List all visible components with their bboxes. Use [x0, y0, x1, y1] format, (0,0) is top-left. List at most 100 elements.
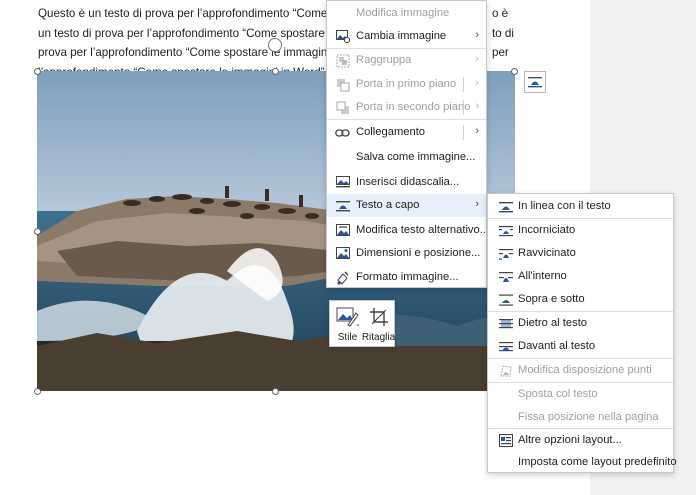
menu-item-porta-in-primo-piano[interactable]: Porta in primo piano ›: [327, 73, 486, 96]
wrap-item-sopra-e-sotto[interactable]: Sopra e sotto: [488, 288, 673, 311]
menu-item-dimensioni-e-posizione[interactable]: Dimensioni e posizione...: [327, 242, 486, 265]
layout-options-icon: [528, 77, 542, 88]
layout-options-button[interactable]: [524, 71, 546, 93]
menu-label: Imposta come layout predefinito: [518, 456, 677, 468]
menu-item-formato-immagine[interactable]: Formato immagine...: [327, 266, 486, 289]
menu-item-modifica-testo-alternativo[interactable]: Modifica testo alternativo...: [327, 219, 490, 242]
wrap-item-in-linea[interactable]: In linea con il testo: [488, 195, 673, 218]
menu-label: Dietro al testo: [518, 317, 588, 329]
chevron-right-icon: ›: [475, 77, 479, 89]
context-menu: Modifica immagine Cambia immagine › Ragg…: [326, 0, 490, 289]
wrap-item-dietro-al-testo[interactable]: Dietro al testo: [488, 312, 673, 335]
menu-label: Testo a capo: [356, 199, 420, 211]
menu-label: Modifica testo alternativo...: [356, 224, 490, 236]
wrap-text-submenu: In linea con il testo Incorniciato Ravvi…: [487, 193, 677, 474]
menu-label: Collegamento: [356, 126, 426, 138]
chevron-right-icon: ›: [475, 29, 479, 41]
inline-wrap-icon: [498, 199, 513, 214]
menu-label: Salva come immagine...: [356, 151, 476, 163]
resize-handle-tl[interactable]: [34, 68, 41, 75]
crop-button[interactable]: Ritaglia: [361, 303, 396, 345]
wrap-item-ravvicinato[interactable]: Ravvicinato: [488, 242, 673, 265]
menu-label: Porta in secondo piano: [356, 101, 471, 113]
wrap-item-fissa-posizione[interactable]: Fissa posizione nella pagina: [488, 406, 673, 429]
resize-handle-tm[interactable]: [272, 68, 279, 75]
menu-split-divider: [463, 77, 464, 92]
doc-fragment-2: to di: [492, 26, 514, 40]
resize-handle-ml[interactable]: [34, 228, 41, 235]
wrap-item-imposta-layout-predefinito[interactable]: Imposta come layout predefinito: [488, 451, 677, 474]
crop-label: Ritaglia: [361, 332, 396, 343]
menu-label: Inserisci didascalia...: [356, 176, 460, 188]
tight-wrap-icon: [498, 246, 513, 261]
menu-label: Sposta col testo: [518, 388, 598, 400]
style-button[interactable]: ⌄ Stile: [332, 303, 363, 345]
front-text-icon: [498, 339, 513, 354]
resize-handle-bm[interactable]: [272, 388, 279, 395]
menu-label: Modifica immagine: [356, 7, 450, 19]
menu-label: Cambia immagine: [356, 30, 447, 42]
wrap-item-sposta-col-testo[interactable]: Sposta col testo: [488, 383, 673, 406]
menu-label: Altre opzioni layout...: [518, 434, 622, 446]
through-wrap-icon: [498, 269, 513, 284]
menu-split-divider: [463, 125, 464, 140]
menu-item-salva-come-immagine[interactable]: Salva come immagine...: [327, 146, 486, 169]
menu-label: Porta in primo piano: [356, 78, 457, 90]
menu-split-divider: [463, 100, 464, 115]
menu-label: Fissa posizione nella pagina: [518, 411, 659, 423]
menu-item-raggruppa[interactable]: Raggruppa ›: [327, 49, 486, 72]
wrap-text-icon: [335, 198, 350, 213]
menu-label: Modifica disposizione punti: [518, 364, 652, 376]
chevron-right-icon: ›: [475, 53, 479, 65]
group-icon: [335, 53, 350, 68]
wrap-item-modifica-disposizione-punti[interactable]: Modifica disposizione punti: [488, 359, 673, 382]
chevron-right-icon: ›: [475, 125, 479, 137]
chevron-right-icon: ›: [475, 198, 479, 210]
menu-label: Sopra e sotto: [518, 293, 585, 305]
send-backward-icon: [335, 100, 350, 115]
mini-toolbar: ⌄ Stile Ritaglia: [329, 300, 395, 347]
menu-item-collegamento[interactable]: Collegamento ›: [327, 121, 486, 144]
wrap-item-altre-opzioni-layout[interactable]: Altre opzioni layout...: [488, 429, 673, 452]
caption-icon: [335, 175, 350, 190]
more-layout-icon: [498, 433, 513, 448]
doc-fragment-3: per: [492, 46, 509, 59]
format-picture-icon: [335, 270, 350, 285]
svg-text:⌄: ⌄: [355, 320, 360, 327]
menu-label: Dimensioni e posizione...: [356, 247, 481, 259]
picture-style-icon: ⌄: [336, 306, 360, 328]
menu-item-modifica-immagine[interactable]: Modifica immagine: [327, 2, 486, 25]
menu-label: All'interno: [518, 270, 567, 282]
menu-item-testo-a-capo[interactable]: Testo a capo ›: [327, 194, 486, 217]
resize-handle-bl[interactable]: [34, 388, 41, 395]
wrap-item-all-interno[interactable]: All'interno: [488, 265, 673, 288]
menu-item-cambia-immagine[interactable]: Cambia immagine ›: [327, 25, 486, 48]
top-bottom-wrap-icon: [498, 292, 513, 307]
doc-fragment-1: o è: [492, 7, 509, 20]
resize-handle-tr[interactable]: [511, 68, 518, 75]
menu-item-porta-in-secondo-piano[interactable]: Porta in secondo piano ›: [327, 96, 486, 119]
doc-right-fragments: o è to di per: [492, 4, 514, 63]
style-label: Stile: [337, 332, 358, 343]
menu-separator: [327, 119, 486, 120]
menu-item-inserisci-didascalia[interactable]: Inserisci didascalia...: [327, 171, 486, 194]
edit-wrap-points-icon: [498, 363, 513, 378]
wrap-item-davanti-al-testo[interactable]: Davanti al testo: [488, 335, 673, 358]
rotate-handle[interactable]: [268, 38, 282, 52]
menu-label: Formato immagine...: [356, 271, 459, 283]
menu-label: Raggruppa: [356, 54, 412, 66]
size-position-icon: [335, 246, 350, 261]
menu-label: Incorniciato: [518, 224, 576, 236]
menu-label: Davanti al testo: [518, 340, 596, 352]
crop-icon: [367, 306, 391, 328]
link-icon: [335, 125, 350, 140]
change-picture-icon: [335, 29, 350, 44]
alt-text-icon: [335, 223, 350, 238]
chevron-right-icon: ›: [475, 100, 479, 112]
menu-label: Ravvicinato: [518, 247, 576, 259]
behind-text-icon: [498, 316, 513, 331]
wrap-item-incorniciato[interactable]: Incorniciato: [488, 219, 673, 242]
square-wrap-icon: [498, 223, 513, 238]
menu-label: In linea con il testo: [518, 200, 611, 212]
bring-forward-icon: [335, 77, 350, 92]
